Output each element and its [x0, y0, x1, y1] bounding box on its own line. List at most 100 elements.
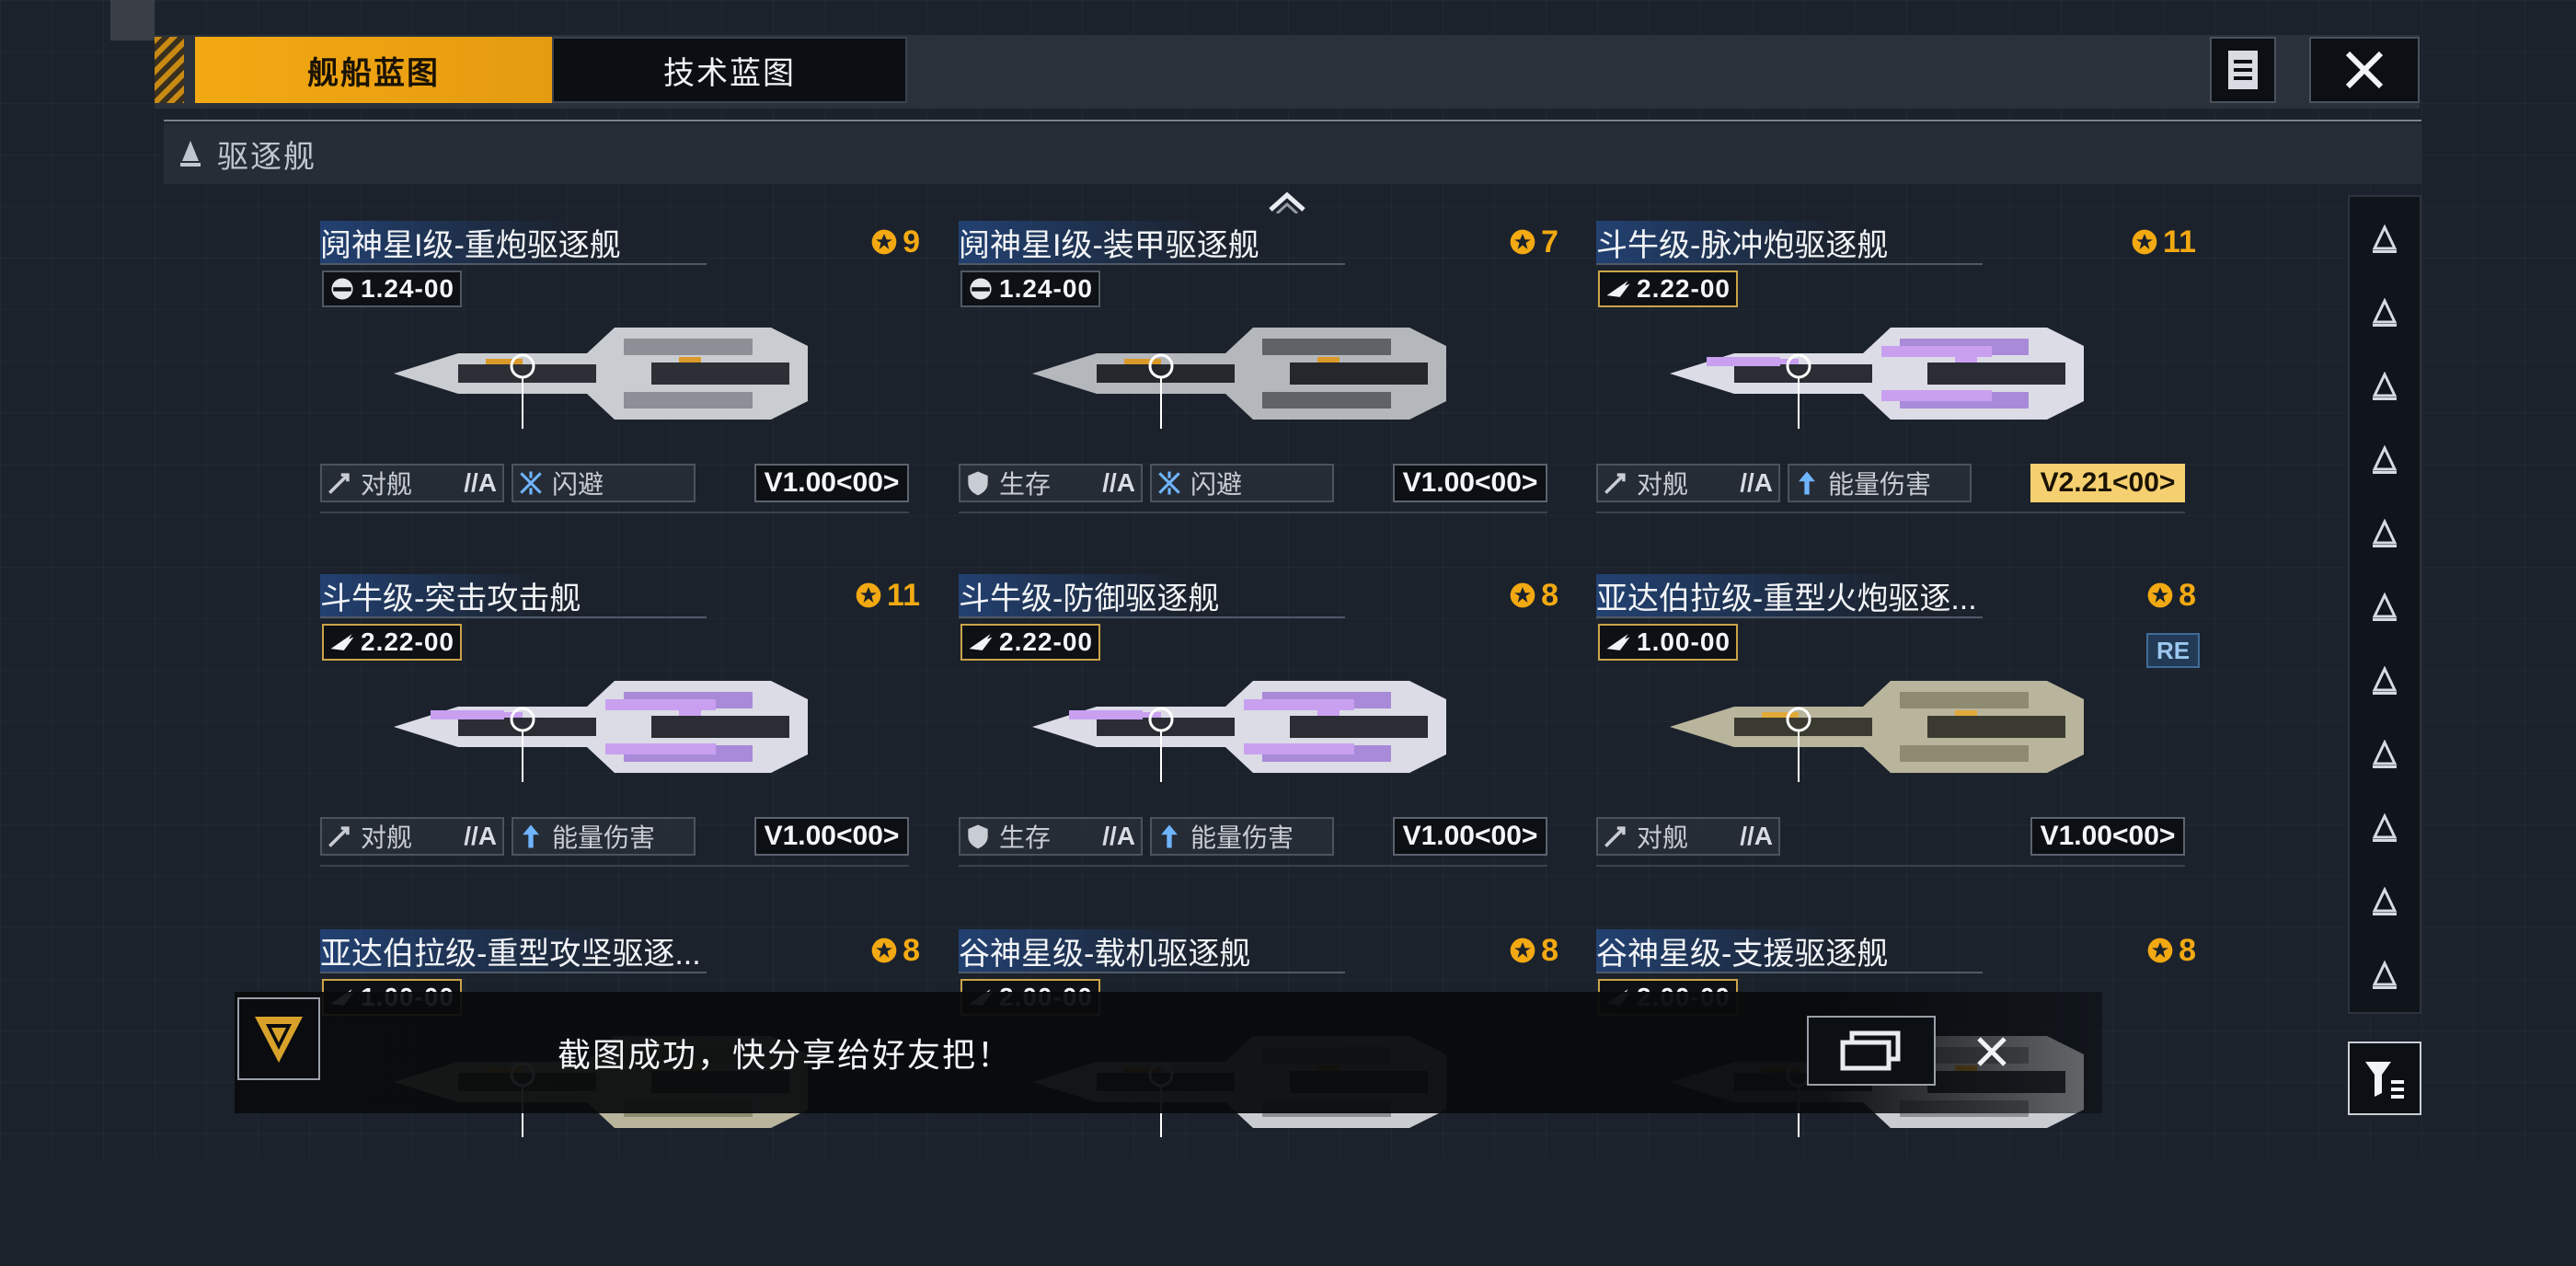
rail-item[interactable]: [2350, 723, 2420, 788]
title-underline: [959, 263, 1345, 265]
card-baseline: [959, 512, 1547, 523]
rail-item[interactable]: [2350, 208, 2420, 272]
dodge-icon: [520, 471, 542, 495]
trait-tag: 闪避: [512, 464, 696, 502]
title-underline: [320, 972, 707, 973]
destroyer-type-icon: [2372, 298, 2398, 327]
ship-illustration: [1032, 681, 1446, 782]
outpost-icon: [2372, 961, 2398, 989]
close-button[interactable]: [2309, 37, 2420, 103]
rail-item[interactable]: [2350, 502, 2420, 567]
blueprint-card[interactable]: 斗牛级-防御驱逐舰 8 2.22-00 生存 //A 能量伤害 V1.00<00…: [959, 574, 1566, 911]
attack-ship-icon: [1604, 826, 1626, 847]
trait-tag: 能量伤害: [1150, 817, 1334, 856]
rail-item[interactable]: [2350, 944, 2420, 1008]
aux-ship-icon: [2372, 740, 2398, 768]
blueprint-card[interactable]: 斗牛级-突击攻击舰 11 2.22-00 对舰 //A 能量伤害 V1.00<0…: [320, 574, 927, 911]
version-code: V1.00<00>: [2030, 817, 2185, 856]
rail-item[interactable]: [2350, 870, 2420, 935]
trait-label: 能量伤害: [1190, 823, 1294, 852]
rail-item[interactable]: [2350, 429, 2420, 493]
wing-icon: [1606, 634, 1630, 650]
ship-illustration: [1670, 681, 2084, 782]
ship-image: [1014, 662, 1474, 791]
blueprint-card[interactable]: 亚达伯拉级-重型火炮驱逐... 8 1.00-00 RE 对舰 //A V1.0…: [1596, 574, 2203, 911]
card-footer: 生存 //A 能量伤害 V1.00<00>: [959, 817, 1547, 859]
rail-item[interactable]: [2350, 282, 2420, 346]
star-icon: [1510, 229, 1535, 255]
star-count: 8: [903, 932, 920, 968]
shield-icon: [968, 824, 988, 849]
cruiser-class-icon: [2372, 372, 2398, 400]
version-code: V1.00<00>: [754, 464, 909, 502]
toast-close-button[interactable]: [1969, 1029, 2015, 1075]
title-underline: [1596, 616, 1983, 618]
star-rating: 9: [869, 221, 920, 263]
ship-title: 斗牛级-防御驱逐舰: [959, 574, 1257, 616]
role-grade: //A: [1102, 468, 1135, 497]
role-grade: //A: [1740, 822, 1773, 850]
energy-damage-icon: [523, 824, 539, 848]
star-icon: [2147, 938, 2173, 963]
star-count: 8: [1541, 577, 1558, 613]
special-ship-icon: [2372, 887, 2398, 915]
role-grade: //A: [1740, 468, 1773, 497]
role-label: 对舰: [361, 470, 413, 499]
card-baseline: [1596, 512, 2185, 523]
rail-item[interactable]: [2350, 355, 2420, 420]
energy-damage-icon: [1799, 471, 1815, 495]
game-logo-icon: [255, 1017, 303, 1063]
document-list-button[interactable]: [2210, 37, 2276, 103]
card-footer: 对舰 //A 能量伤害 V1.00<00>: [320, 817, 909, 859]
game-logo: [237, 997, 320, 1080]
rail-item[interactable]: [2350, 650, 2420, 714]
corner-mark: [110, 0, 155, 40]
share-screenshot-icon: [1840, 1030, 1901, 1071]
ship-illustration: [1032, 328, 1446, 429]
title-underline: [1596, 972, 1983, 973]
version-code: V1.00<00>: [1393, 817, 1547, 856]
version-text: 2.22-00: [1637, 274, 1731, 303]
chevron-up-icon[interactable]: [1268, 190, 1306, 213]
tab-ship-blueprint[interactable]: 舰船蓝图: [195, 37, 552, 103]
toast-message: 截图成功，快分享给好友把！: [558, 1036, 1013, 1074]
star-count: 8: [1541, 932, 1558, 968]
ship-title: 亚达伯拉级-重型攻坚驱逐...: [320, 929, 738, 972]
title-underline: [320, 263, 707, 265]
shield-icon: [968, 471, 988, 496]
star-icon: [2147, 582, 2173, 608]
blueprint-card[interactable]: 阋神星I级-重炮驱逐舰 9 1.24-00 对舰 //A 闪避 V1.00<00…: [320, 221, 927, 558]
attack-ship-icon: [328, 826, 350, 847]
close-icon: [2345, 51, 2384, 89]
title-underline: [959, 972, 1345, 973]
star-count: 7: [1541, 224, 1558, 259]
tab-tech-blueprint[interactable]: 技术蓝图: [552, 37, 907, 103]
blueprint-card[interactable]: 斗牛级-脉冲炮驱逐舰 11 2.22-00 对舰 //A 能量伤害 V2.21<…: [1596, 221, 2203, 558]
re-badge: RE: [2146, 633, 2200, 668]
share-button[interactable]: [1807, 1016, 1936, 1086]
star-icon: [1510, 938, 1535, 963]
category-divider: [164, 120, 2421, 121]
star-icon: [1510, 582, 1535, 608]
trait-tag: 能量伤害: [1788, 464, 1972, 502]
trait-label: 能量伤害: [552, 823, 656, 852]
rail-item[interactable]: [2350, 576, 2420, 640]
attack-ship-icon: [1604, 473, 1626, 494]
star-rating: 7: [1508, 221, 1558, 263]
ship-title: 阋神星I级-重炮驱逐舰: [320, 221, 658, 263]
version-code: V2.21<00>: [2030, 464, 2185, 502]
star-rating: 11: [2130, 221, 2196, 263]
rail-item[interactable]: [2350, 797, 2420, 861]
ship-illustration: [394, 328, 808, 429]
trait-label: 闪避: [1190, 470, 1243, 499]
filter-button[interactable]: [2348, 1042, 2421, 1115]
corvette-class-icon: [2372, 813, 2398, 842]
wing-icon: [330, 634, 354, 650]
frigate-class-icon: [2372, 224, 2398, 253]
star-icon: [871, 938, 897, 963]
ship-class-rail: [2348, 195, 2421, 1014]
version-text: 1.24-00: [999, 274, 1093, 303]
blueprint-card[interactable]: 阋神星I级-装甲驱逐舰 7 1.24-00 生存 //A 闪避 V1.00<00…: [959, 221, 1566, 558]
attack-ship-icon: [328, 473, 350, 494]
ship-illustration: [1670, 328, 2084, 429]
